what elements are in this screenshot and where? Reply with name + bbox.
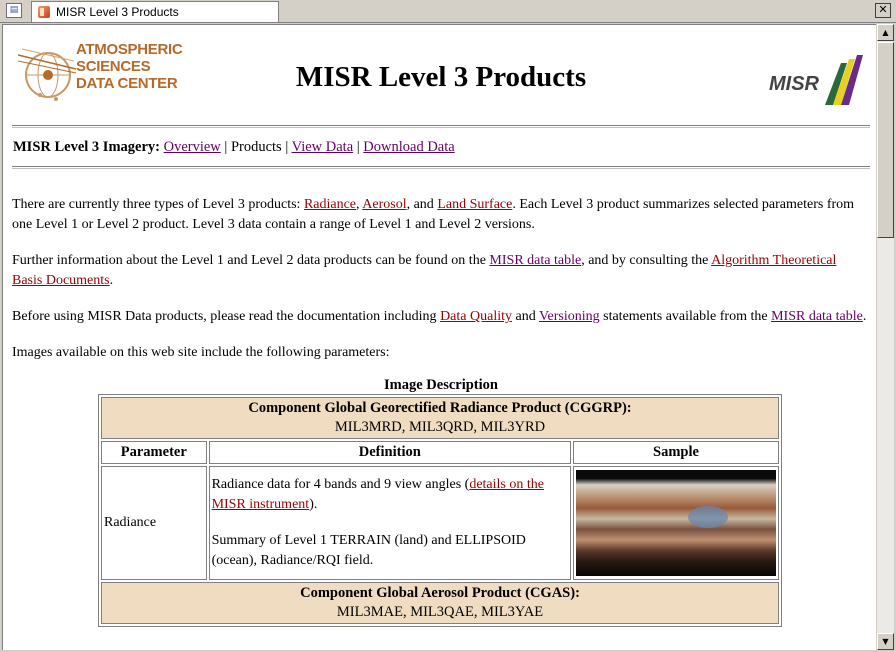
scroll-down-icon: ▼ [882,637,889,646]
radiance-link[interactable]: Radiance [304,197,356,212]
table-row: Radiance Radiance data for 4 bands and 9… [101,466,779,580]
nav-label: MISR Level 3 Imagery: [13,139,160,155]
section-title: Component Global Georectified Radiance P… [248,400,632,416]
nav-overview-link[interactable]: Overview [164,139,221,155]
tab-title: MISR Level 3 Products [56,5,179,19]
misr-swoosh-icon [825,55,863,105]
col-definition: Definition [208,441,571,464]
misr-logo[interactable]: MISR [769,53,864,108]
page-favicon-icon [38,6,50,18]
vertical-scrollbar[interactable]: ▲ ▼ [877,24,894,650]
images-available-paragraph: Images available on this web site includ… [12,345,390,360]
tab-bar: ▤ MISR Level 3 Products ✕ [0,0,896,23]
page-title: MISR Level 3 Products [295,61,587,93]
definition-cell: Radiance data for 4 bands and 9 view ang… [208,466,571,580]
text: Before using MISR Data products, please … [12,309,441,324]
nav-products-current: Products [230,139,282,155]
scroll-up-icon: ▲ [882,28,889,37]
definition-summary: Summary of Level 1 TERRAIN (land) and EL… [211,533,526,568]
nav-divider [12,166,870,169]
close-tab-button[interactable]: ✕ [875,3,891,18]
text: There are currently three types of Level… [12,197,304,212]
page-viewport: ATMOSPHERIC SCIENCES DATA CENTER MISR Le… [2,24,876,650]
nav-separator: | [356,139,360,155]
text: statements available from the [599,309,772,324]
asdc-logo-line1: ATMOSPHERIC [76,41,183,58]
misr-data-table-link[interactable]: MISR data table [489,253,581,268]
section-header-cggrp: Component Global Georectified Radiance P… [101,397,779,439]
radiance-sample-image[interactable] [576,470,776,576]
text: . [862,309,867,324]
image-description-table: Component Global Georectified Radiance P… [98,394,782,627]
section-codes: MIL3MAE, MIL3QAE, MIL3YAE [336,604,544,620]
text: Radiance data for 4 bands and 9 view ang… [211,477,470,492]
text: , and by consulting the [581,253,712,268]
further-info-paragraph: Further information about the Level 1 an… [12,251,870,291]
section-header-row: Component Global Aerosol Product (CGAS):… [101,582,779,624]
nav-separator: | [224,139,228,155]
nav-separator: | [285,139,289,155]
scroll-thumb[interactable] [877,42,894,238]
page-header: ATMOSPHERIC SCIENCES DATA CENTER MISR Le… [12,25,870,125]
intro-paragraph: There are currently three types of Level… [12,195,870,235]
scroll-up-button[interactable]: ▲ [877,24,894,41]
misr-logo-text: MISR [769,73,819,95]
sample-cell [573,466,779,580]
table-caption: Image Description [384,377,498,393]
section-header-cgas: Component Global Aerosol Product (CGAS):… [101,582,779,624]
nav-view-data-link[interactable]: View Data [292,139,354,155]
col-parameter: Parameter [101,441,207,464]
document-icon[interactable]: ▤ [6,3,22,18]
misr-data-table-link-2[interactable]: MISR data table [771,309,863,324]
browser-tab[interactable]: MISR Level 3 Products [31,1,279,22]
section-header-row: Component Global Georectified Radiance P… [101,397,779,439]
section-codes: MIL3MRD, MIL3QRD, MIL3YRD [334,419,546,435]
definition-text: Radiance data for 4 bands and 9 view ang… [212,475,568,515]
text: , and [406,197,438,212]
text: . [109,273,114,288]
land-surface-link[interactable]: Land Surface [437,197,512,212]
text: Further information about the Level 1 an… [12,253,490,268]
scroll-down-button[interactable]: ▼ [877,633,894,650]
data-quality-link[interactable]: Data Quality [440,309,512,324]
close-icon: ✕ [878,3,888,16]
nav-download-data-link[interactable]: Download Data [363,139,454,155]
param-cell: Radiance [101,466,207,580]
text: ). [309,497,318,512]
section-title: Component Global Aerosol Product (CGAS): [300,585,580,601]
col-sample: Sample [573,441,779,464]
page-content: ATMOSPHERIC SCIENCES DATA CENTER MISR Le… [12,25,870,627]
product-navbar: MISR Level 3 Imagery: Overview | Product… [12,128,870,166]
column-header-row: Parameter Definition Sample [101,441,779,464]
versioning-link[interactable]: Versioning [539,309,600,324]
aerosol-link[interactable]: Aerosol [362,197,406,212]
before-using-paragraph: Before using MISR Data products, please … [12,307,870,327]
text: and [511,309,539,324]
